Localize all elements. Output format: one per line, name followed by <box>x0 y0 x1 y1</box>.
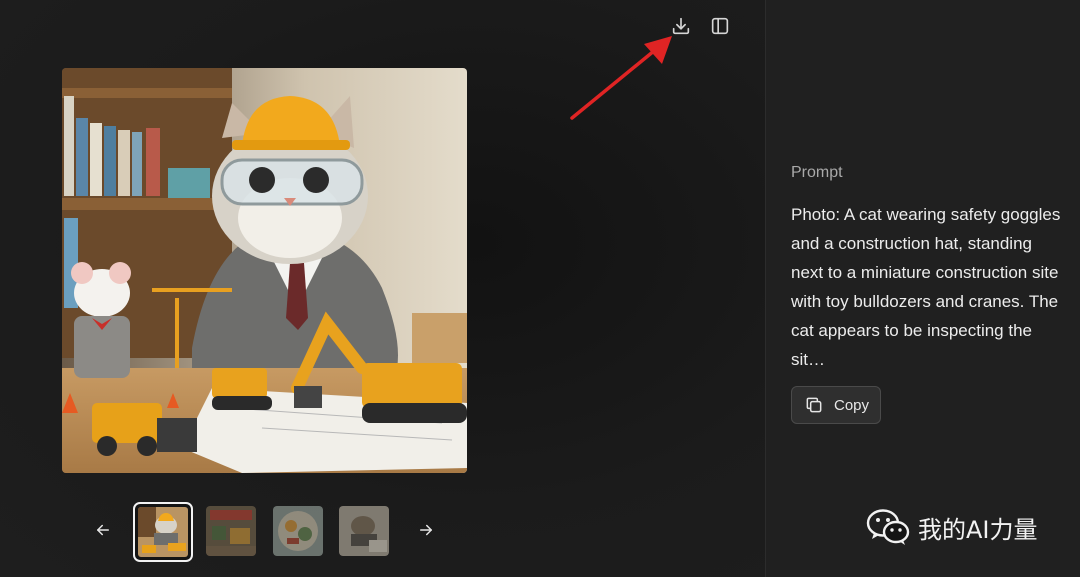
arrow-left-icon <box>97 524 109 536</box>
cat-construction-photo <box>62 68 467 473</box>
prompt-text: Photo: A cat wearing safety goggles and … <box>791 205 1061 369</box>
thumbnail-1[interactable] <box>133 502 193 562</box>
watermark: 我的AI力量 <box>866 508 1038 546</box>
thumbnail-image <box>339 506 389 556</box>
sidebar-toggle-icon <box>711 17 729 35</box>
thumbnail-3[interactable] <box>273 506 323 556</box>
arrow-right-icon <box>420 524 432 536</box>
next-image-button[interactable] <box>412 516 440 544</box>
thumbnail-image <box>138 507 188 557</box>
wechat-icon <box>866 509 910 545</box>
thumbnail-4[interactable] <box>339 506 389 556</box>
copy-icon <box>806 397 822 413</box>
thumbnail-2[interactable] <box>206 506 256 556</box>
toggle-sidebar-button[interactable] <box>706 12 734 40</box>
prompt-label: Prompt <box>791 164 843 181</box>
copy-label: Copy <box>834 396 870 414</box>
watermark-text: 我的AI力量 <box>918 515 1038 544</box>
download-button[interactable] <box>667 12 695 40</box>
thumbnail-image <box>273 506 323 556</box>
download-icon <box>672 17 690 35</box>
thumbnail-strip <box>88 500 438 562</box>
copy-prompt-button[interactable]: Copy <box>791 386 881 424</box>
generated-image[interactable] <box>62 68 467 473</box>
thumbnail-image <box>206 506 256 556</box>
previous-image-button[interactable] <box>89 516 117 544</box>
